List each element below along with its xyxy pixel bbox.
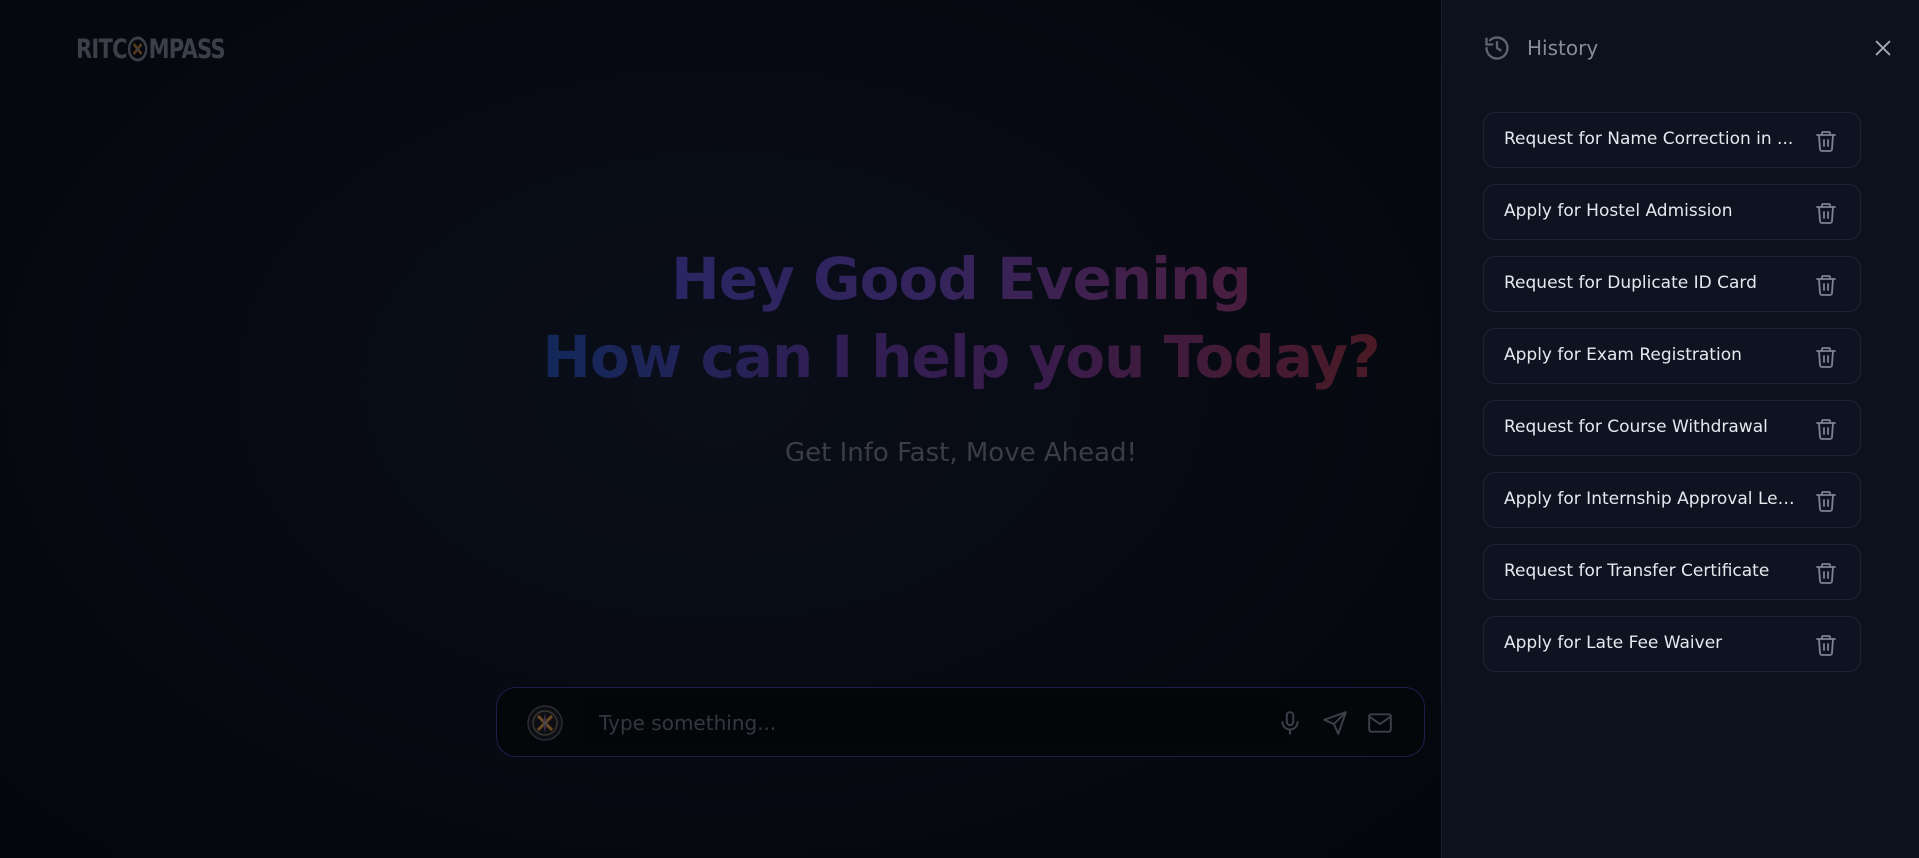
history-item[interactable]: Apply for Exam Registration bbox=[1483, 328, 1861, 384]
logo-text-right: MPASS bbox=[148, 33, 226, 65]
history-list: Request for Name Correction in ... Apply… bbox=[1483, 112, 1861, 688]
history-item[interactable]: Apply for Hostel Admission bbox=[1483, 184, 1861, 240]
mail-icon[interactable] bbox=[1367, 710, 1393, 736]
history-title: History bbox=[1527, 36, 1599, 60]
history-item-label: Apply for Internship Approval Let... bbox=[1504, 489, 1796, 509]
history-item[interactable]: Request for Transfer Certificate bbox=[1483, 544, 1861, 600]
history-item-label: Request for Course Withdrawal bbox=[1504, 417, 1768, 437]
greeting-line: Hey Good Evening bbox=[671, 245, 1252, 313]
trash-icon[interactable] bbox=[1814, 201, 1838, 225]
history-item-label: Apply for Exam Registration bbox=[1504, 345, 1742, 365]
history-item[interactable]: Request for Name Correction in ... bbox=[1483, 112, 1861, 168]
history-item-label: Apply for Hostel Admission bbox=[1504, 201, 1733, 221]
history-item-label: Request for Transfer Certificate bbox=[1504, 561, 1770, 581]
trash-icon[interactable] bbox=[1814, 345, 1838, 369]
app-logo[interactable]: RITC MPASS bbox=[76, 32, 226, 66]
help-question-line: How can I help you Today? bbox=[542, 323, 1380, 391]
history-item-label: Apply for Late Fee Waiver bbox=[1504, 633, 1723, 653]
history-item[interactable]: Request for Course Withdrawal bbox=[1483, 400, 1861, 456]
chat-input-bar bbox=[496, 687, 1425, 757]
compass-logo-icon bbox=[127, 36, 148, 62]
message-input[interactable] bbox=[581, 698, 1287, 748]
trash-icon[interactable] bbox=[1814, 633, 1838, 657]
compass-logo-icon bbox=[527, 705, 563, 741]
history-icon bbox=[1485, 36, 1509, 60]
trash-icon[interactable] bbox=[1814, 273, 1838, 297]
send-icon[interactable] bbox=[1322, 710, 1348, 736]
microphone-icon[interactable] bbox=[1277, 710, 1303, 736]
history-item[interactable]: Request for Duplicate ID Card bbox=[1483, 256, 1861, 312]
logo-text-left: RITC bbox=[76, 33, 128, 65]
history-item-label: Request for Name Correction in ... bbox=[1504, 129, 1794, 149]
close-icon[interactable] bbox=[1872, 37, 1894, 59]
trash-icon[interactable] bbox=[1814, 489, 1838, 513]
trash-icon[interactable] bbox=[1814, 417, 1838, 441]
history-item[interactable]: Apply for Late Fee Waiver bbox=[1483, 616, 1861, 672]
trash-icon[interactable] bbox=[1814, 129, 1838, 153]
history-item[interactable]: Apply for Internship Approval Let... bbox=[1483, 472, 1861, 528]
trash-icon[interactable] bbox=[1814, 561, 1838, 585]
history-panel: History Request for Name Correction in .… bbox=[1441, 0, 1919, 858]
history-item-label: Request for Duplicate ID Card bbox=[1504, 273, 1757, 293]
